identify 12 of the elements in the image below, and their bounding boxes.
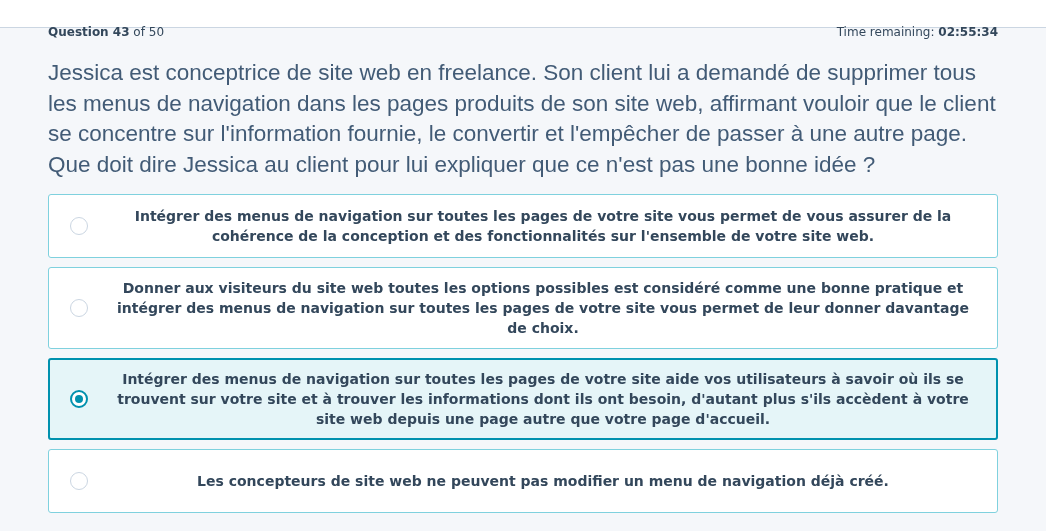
radio-button[interactable] xyxy=(70,390,88,408)
answer-text: Intégrer des menus de navigation sur toutes les pages de votre site vous permet de vous assurer de la cohérence de la conception et des fonctionnalités sur l'ensemble de votre site web. xyxy=(133,207,953,246)
answer-option[interactable]: Intégrer des menus de navigation sur toutes les pages de votre site vous permet de vous assurer de la cohérence de la conception et des fonctionnalités sur l'ensemble de votre site web. xyxy=(48,194,998,258)
answer-option[interactable] xyxy=(48,267,998,349)
answer-text: Intégrer des menus de navigation sur toutes les pages de votre site aide vos utilisateurs à savoir où ils se trouvent sur votre site et à trouver les informations dont ils ont besoin, d'autant plus s'ils accèdent à votre site web depuis une page autre que votre page d'accueil. xyxy=(116,370,970,429)
answer-option[interactable]: Les concepteurs de site web ne peuvent pas modifier un menu de navigation déjà créé. xyxy=(48,449,998,513)
answer-option[interactable] xyxy=(48,358,998,440)
question-counter: Question 43 of 50 xyxy=(48,26,164,38)
question-text: Jessica est conceptrice de site web en freelance. Son client lui a demandé de supprimer tous les menus de navigation dans les pages produits de son site web, affirmant vouloir que le client se concentre sur l'information fournie, le convertir et l'empêcher de passer à une autre page. Que doit dire Jessica au client pour lui expliquer que ce n'est pas une bonne idée ? xyxy=(48,59,997,179)
answer-text: Les concepteurs de site web ne peuvent pas modifier un menu de navigation déjà créé. xyxy=(196,472,890,491)
time-remaining: Time remaining: 02:55:34 xyxy=(836,26,998,38)
answer-text: Donner aux visiteurs du site web toutes les options possibles est considéré comme une bonne pratique et intégrer des menus de navigation sur toutes les pages de votre site vous permet de leur donner davantage de choix. xyxy=(116,279,970,338)
